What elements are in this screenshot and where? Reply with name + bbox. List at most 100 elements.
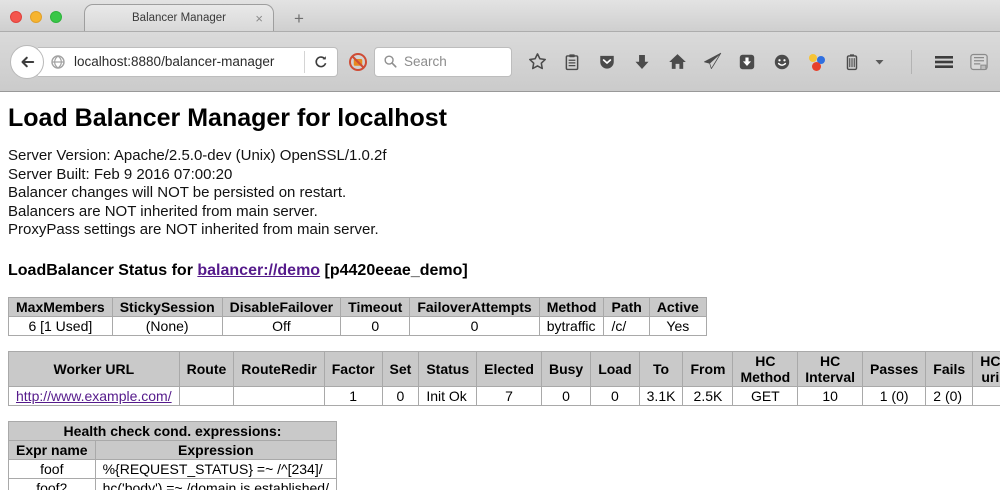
- cell-hc-interval: 10: [798, 386, 863, 405]
- search-icon: [383, 54, 398, 69]
- cell-expression: hc('body') =~ /domain is established/: [95, 478, 336, 490]
- page-content: Load Balancer Manager for localhost Serv…: [0, 92, 1000, 490]
- cell-set: 0: [382, 386, 419, 405]
- send-tab-button[interactable]: [701, 51, 723, 73]
- col-factor: Factor: [324, 351, 382, 386]
- col-passes: Passes: [863, 351, 926, 386]
- cell-load: 0: [591, 386, 639, 405]
- cell-hc-uri: [973, 386, 1000, 405]
- navigation-toolbar: [0, 32, 1000, 92]
- grid-clipper-icon: [969, 52, 989, 72]
- col-maxmembers: MaxMembers: [9, 297, 113, 316]
- search-input[interactable]: [404, 54, 494, 69]
- cell-disablefailover: Off: [222, 316, 341, 335]
- hamburger-menu-icon: [934, 54, 954, 70]
- color-dots-icon: [808, 53, 826, 71]
- home-button[interactable]: [666, 51, 688, 73]
- cell-hc-method: GET: [733, 386, 798, 405]
- bookmark-star-button[interactable]: [526, 51, 548, 73]
- container-button[interactable]: [841, 51, 863, 73]
- cell-busy: 0: [541, 386, 590, 405]
- square-download-icon: [738, 53, 756, 71]
- worker-url-link[interactable]: http://www.example.com/: [16, 388, 172, 404]
- cell-maxmembers: 6 [1 Used]: [9, 316, 113, 335]
- back-button[interactable]: [10, 45, 44, 79]
- col-status: Status: [419, 351, 477, 386]
- cell-expr-name: foof: [9, 459, 96, 478]
- table-title-row: Health check cond. expressions:: [9, 421, 337, 440]
- cell-routeredir: [234, 386, 324, 405]
- toolbar-icon-row: [526, 50, 990, 74]
- plugin-blocked-button[interactable]: [348, 51, 368, 73]
- col-hc-uri: HC uri: [973, 351, 1000, 386]
- url-input[interactable]: [74, 54, 304, 69]
- col-load: Load: [591, 351, 639, 386]
- bookmark-star-icon: [528, 52, 547, 71]
- cell-status: Init Ok: [419, 386, 477, 405]
- table-row: http://www.example.com/ 1 0 Init Ok 7 0 …: [9, 386, 1000, 405]
- balancer-demo-link[interactable]: balancer://demo: [197, 262, 320, 279]
- tab-title: Balancer Manager: [132, 12, 226, 24]
- col-method: Method: [539, 297, 604, 316]
- reload-icon: [313, 54, 329, 70]
- col-to: To: [639, 351, 683, 386]
- toolbar-separator: [911, 50, 912, 74]
- container-icon: [843, 53, 861, 71]
- loadbalancer-status-heading: LoadBalancer Status for balancer://demo …: [8, 262, 992, 280]
- new-tab-button[interactable]: +: [288, 10, 310, 27]
- table-header-row: Expr name Expression: [9, 440, 337, 459]
- col-from: From: [683, 351, 733, 386]
- titlebar: Balancer Manager × +: [0, 0, 1000, 32]
- cell-expression: %{REQUEST_STATUS} =~ /^[234]/: [95, 459, 336, 478]
- heading-prefix: LoadBalancer Status for: [8, 262, 197, 279]
- cell-path: /c/: [604, 316, 649, 335]
- cell-stickysession: (None): [112, 316, 222, 335]
- table-row: foof %{REQUEST_STATUS} =~ /^[234]/: [9, 459, 337, 478]
- search-bar[interactable]: [374, 47, 512, 77]
- reading-list-button[interactable]: [561, 51, 583, 73]
- col-disablefailover: DisableFailover: [222, 297, 341, 316]
- menu-button[interactable]: [933, 51, 955, 73]
- color-dots-extension-button[interactable]: [806, 51, 828, 73]
- pocket-button[interactable]: [596, 51, 618, 73]
- feedback-smiley-button[interactable]: [771, 51, 793, 73]
- minimize-window-button[interactable]: [30, 11, 42, 23]
- col-failoverattempts: FailoverAttempts: [410, 297, 539, 316]
- table-row: 6 [1 Used] (None) Off 0 0 bytraffic /c/ …: [9, 316, 707, 335]
- download-icon: [633, 53, 651, 71]
- clipper-button[interactable]: [968, 51, 990, 73]
- downloads-button[interactable]: [631, 51, 653, 73]
- cell-worker-url: http://www.example.com/: [9, 386, 180, 405]
- plugin-blocked-icon: [348, 52, 368, 72]
- globe-icon: [50, 54, 66, 70]
- browser-tab[interactable]: Balancer Manager ×: [84, 4, 274, 31]
- cell-timeout: 0: [341, 316, 410, 335]
- cell-route: [179, 386, 234, 405]
- home-icon: [668, 52, 687, 71]
- col-route: Route: [179, 351, 234, 386]
- proxypass-notice-line: ProxyPass settings are NOT inherited fro…: [8, 221, 992, 240]
- col-path: Path: [604, 297, 649, 316]
- col-expr-name: Expr name: [9, 440, 96, 459]
- cell-from: 2.5K: [683, 386, 733, 405]
- col-hc-method: HC Method: [733, 351, 798, 386]
- reload-button[interactable]: [305, 54, 337, 70]
- extension-download-button[interactable]: [736, 51, 758, 73]
- col-timeout: Timeout: [341, 297, 410, 316]
- cell-passes: 1 (0): [863, 386, 926, 405]
- cell-expr-name: foof2: [9, 478, 96, 490]
- cell-fails: 2 (0): [926, 386, 973, 405]
- worker-status-table: Worker URL Route RouteRedir Factor Set S…: [8, 351, 1000, 406]
- col-routeredir: RouteRedir: [234, 351, 324, 386]
- col-expression: Expression: [95, 440, 336, 459]
- heading-suffix: [p4420eeae_demo]: [320, 262, 468, 279]
- table-row: foof2 hc('body') =~ /domain is establish…: [9, 478, 337, 490]
- tab-close-icon[interactable]: ×: [255, 11, 263, 26]
- cell-active: Yes: [649, 316, 706, 335]
- zoom-window-button[interactable]: [50, 11, 62, 23]
- balancers-notice-line: Balancers are NOT inherited from main se…: [8, 203, 992, 222]
- url-bar[interactable]: [38, 47, 338, 77]
- server-version-line: Server Version: Apache/2.5.0-dev (Unix) …: [8, 147, 992, 166]
- close-window-button[interactable]: [10, 11, 22, 23]
- container-dropdown-button[interactable]: [868, 51, 890, 73]
